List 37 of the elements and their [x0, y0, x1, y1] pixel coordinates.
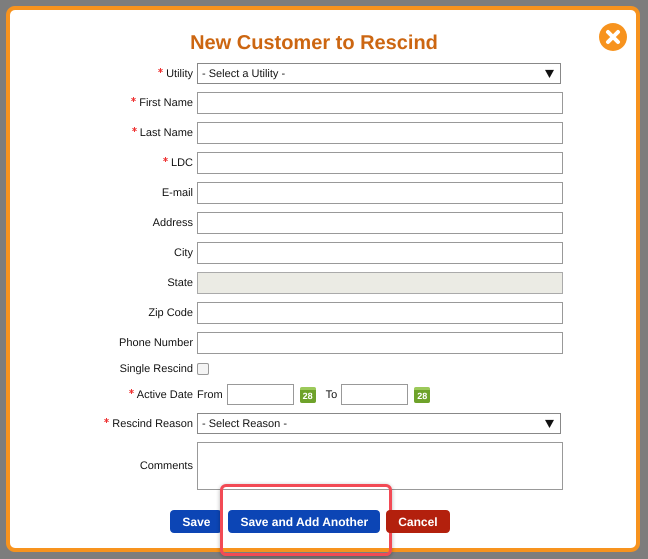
- input-field[interactable]: [197, 302, 563, 324]
- field-label: E-mail: [162, 187, 193, 199]
- field-label: Rescind Reason: [112, 418, 193, 430]
- field-label: Address: [152, 217, 193, 229]
- input-field[interactable]: [197, 152, 563, 174]
- date-field[interactable]: [341, 384, 408, 405]
- close-icon[interactable]: [598, 22, 628, 52]
- field-label: Last Name: [140, 127, 193, 139]
- dialog-button[interactable]: Save: [170, 510, 222, 533]
- input-field[interactable]: [197, 182, 563, 204]
- field-label: Single Rescind: [120, 363, 193, 375]
- field-label: City: [174, 247, 193, 259]
- checkbox[interactable]: [197, 363, 209, 375]
- field-label: Active Date: [136, 388, 193, 400]
- dropdown[interactable]: - Select Reason -: [197, 413, 561, 434]
- field-label: State: [167, 277, 193, 289]
- field-label: Comments: [140, 460, 193, 472]
- dropdown[interactable]: - Select a Utility -: [197, 63, 561, 84]
- field-label: Utility: [166, 68, 193, 80]
- caret-icon: [545, 419, 554, 428]
- caret-icon: [545, 69, 554, 78]
- input-field[interactable]: [197, 332, 563, 354]
- to-label: To: [326, 388, 338, 400]
- field-label: Zip Code: [148, 307, 193, 319]
- field-label: Phone Number: [119, 337, 193, 349]
- comments-field[interactable]: [197, 442, 563, 490]
- input-field[interactable]: [197, 122, 563, 144]
- field-label: LDC: [170, 157, 193, 169]
- date-field[interactable]: [226, 384, 294, 405]
- input-field[interactable]: [197, 212, 563, 234]
- dialog-button[interactable]: Cancel: [386, 510, 450, 533]
- input-field[interactable]: [197, 92, 563, 114]
- input-field[interactable]: [197, 242, 563, 264]
- dialog-title: New Customer to Rescind: [190, 32, 438, 55]
- field-label: First Name: [139, 97, 193, 109]
- dialog-button[interactable]: Save and Add Another: [228, 510, 380, 533]
- from-label: From: [197, 388, 223, 400]
